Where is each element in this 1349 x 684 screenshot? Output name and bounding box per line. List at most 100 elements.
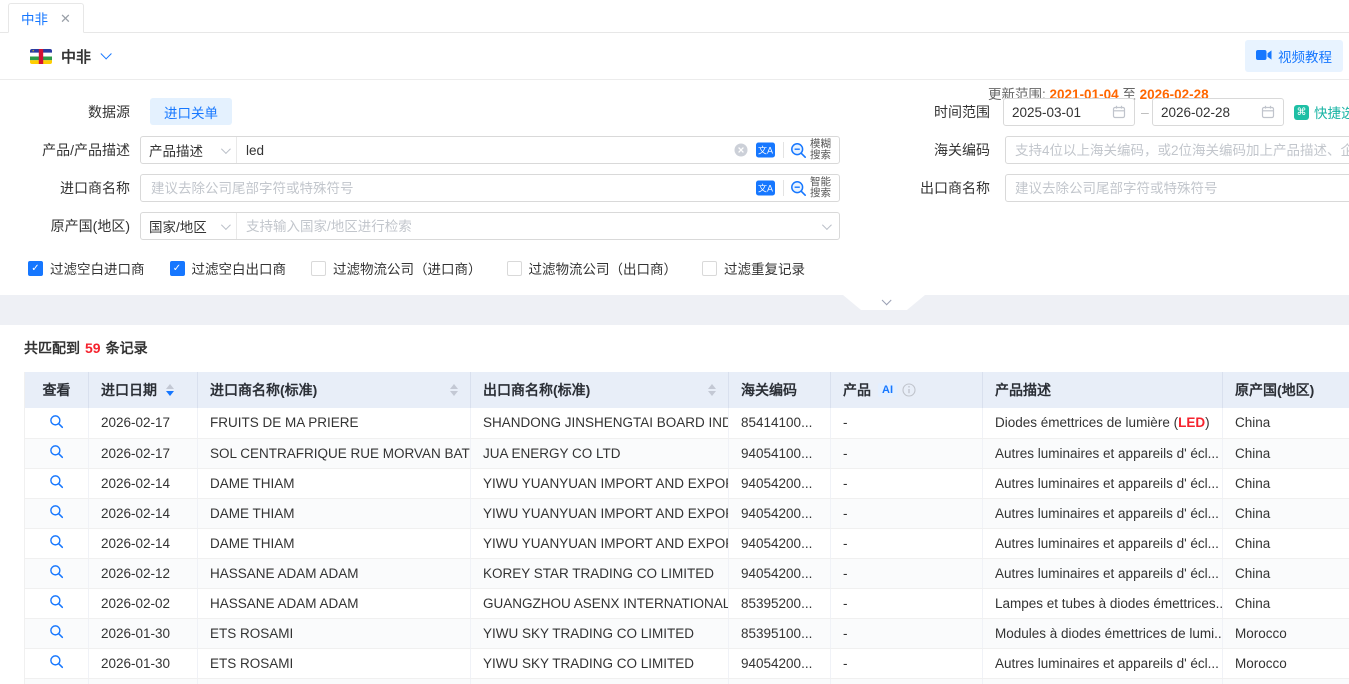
magnifier-icon	[49, 504, 64, 519]
page-header: 中非 视频教程	[0, 33, 1349, 80]
exporter-link[interactable]: YIWU SKY TRADING CO LIMITED	[471, 648, 729, 678]
tab-zhongfei[interactable]: 中非 ✕	[8, 3, 84, 33]
exporter-link[interactable]: KOREY STAR TRADING CO LIMITED	[471, 558, 729, 588]
origin-country-input[interactable]	[237, 219, 818, 234]
col-exporter[interactable]: 出口商名称(标准)	[471, 372, 729, 408]
checkbox-label: 过滤物流公司（出口商）	[529, 258, 678, 278]
product-desc-cell: Lampes et tubes à diodes émettrices...	[983, 588, 1223, 618]
start-date-field[interactable]	[1012, 105, 1102, 120]
view-record-button[interactable]	[49, 654, 64, 669]
quick-select-button[interactable]: ⌘ 快捷选择	[1294, 98, 1349, 126]
view-record-button[interactable]	[49, 594, 64, 609]
importer-link[interactable]: DAME THIAM	[198, 468, 471, 498]
calendar-icon	[1112, 105, 1126, 119]
video-tutorial-button[interactable]: 视频教程	[1245, 40, 1343, 72]
importer-link[interactable]: ETS ROSAMI	[198, 618, 471, 648]
product-cell: -	[831, 438, 983, 468]
country-selector-label[interactable]: 中非	[61, 46, 91, 67]
importer-search-input[interactable]	[141, 181, 752, 196]
magnifier-icon	[49, 534, 64, 549]
checkbox-icon[interactable]	[311, 261, 326, 276]
exporter-link[interactable]: YIWU SKY TRADING CO LIMITED	[471, 618, 729, 648]
info-icon[interactable]	[902, 383, 916, 397]
start-date-input[interactable]	[1003, 98, 1135, 126]
view-record-button[interactable]	[49, 414, 64, 429]
hscode-input[interactable]	[1006, 143, 1349, 158]
importer-link[interactable]: DAME THIAM	[198, 498, 471, 528]
origin-cell: Morocco	[1223, 618, 1349, 648]
checkbox-icon[interactable]	[507, 261, 522, 276]
col-origin: 原产国(地区)	[1223, 372, 1349, 408]
translate-icon[interactable]: 文A	[756, 142, 775, 158]
importer-link[interactable]: HASSANE ADAM ADAM	[198, 588, 471, 618]
view-record-button[interactable]	[49, 624, 64, 639]
smart-search-button[interactable]: 智能搜索	[790, 177, 831, 199]
view-record-button[interactable]	[49, 534, 64, 549]
view-record-button[interactable]	[49, 504, 64, 519]
view-record-button[interactable]	[49, 444, 64, 459]
exporter-name-input[interactable]	[1006, 181, 1349, 196]
filter-checkbox[interactable]: 过滤物流公司（进口商）	[311, 258, 482, 278]
exporter-link[interactable]: GUANGZHOU ASENX INTERNATIONAL CO ...	[471, 588, 729, 618]
results-summary: 共匹配到59条记录	[24, 338, 1349, 358]
view-record-button[interactable]	[49, 474, 64, 489]
clear-input-icon[interactable]	[734, 143, 748, 157]
hscode-cell: 85414100...	[729, 408, 831, 438]
product-search-input[interactable]	[237, 143, 730, 158]
exporter-link[interactable]	[471, 678, 729, 684]
checkbox-label: 过滤重复记录	[724, 258, 805, 278]
importer-link[interactable]: HASSANE ADAM ADAM	[198, 558, 471, 588]
end-date-field[interactable]	[1161, 105, 1251, 120]
tab-close-icon[interactable]: ✕	[60, 12, 71, 25]
col-import-date[interactable]: 进口日期	[89, 372, 198, 408]
end-date-input[interactable]	[1152, 98, 1284, 126]
col-importer[interactable]: 进口商名称(标准)	[198, 372, 471, 408]
product-desc-cell: Diodes émettrices de lumière (LED)	[983, 408, 1223, 438]
checkbox-icon[interactable]	[702, 261, 717, 276]
product-cell: -	[831, 588, 983, 618]
product-cell: -	[831, 618, 983, 648]
hscode-label: 海关编码	[880, 136, 990, 164]
importer-link[interactable]: DAME THIAM	[198, 528, 471, 558]
chevron-down-icon	[221, 220, 231, 230]
translate-icon[interactable]: 文A	[756, 180, 775, 196]
importer-link[interactable]	[198, 678, 471, 684]
checkbox-icon[interactable]: ✓	[170, 261, 185, 276]
origin-cell: Morocco	[1223, 648, 1349, 678]
importer-link[interactable]: FRUITS DE MA PRIERE	[198, 408, 471, 438]
importer-link[interactable]: SOL CENTRAFRIQUE RUE MORVAN BAT OF...	[198, 438, 471, 468]
table-header-row: 查看 进口日期 进口商名称(标准) 出口商名称(标准)	[25, 372, 1349, 408]
product-type-select[interactable]: 产品描述	[141, 137, 237, 163]
chevron-down-icon[interactable]	[100, 48, 111, 59]
view-record-button[interactable]	[49, 564, 64, 579]
sort-icon	[450, 384, 458, 396]
product-desc-cell: Autres luminaires et appareils d' écl...	[983, 468, 1223, 498]
product-cell: -	[831, 528, 983, 558]
import-date-cell: 2026-02-14	[89, 468, 198, 498]
product-label: 产品/产品描述	[0, 136, 130, 164]
origin-type-select[interactable]: 国家/地区	[141, 213, 237, 239]
magnifier-icon	[49, 564, 64, 579]
table-row	[25, 678, 1349, 684]
product-desc-cell	[983, 678, 1223, 684]
exporter-link[interactable]: YIWU YUANYUAN IMPORT AND EXPORT C...	[471, 528, 729, 558]
datasource-import-declaration-button[interactable]: 进口关单	[150, 98, 232, 125]
exporter-link[interactable]: JUA ENERGY CO LTD	[471, 438, 729, 468]
filter-checkbox[interactable]: 过滤重复记录	[702, 258, 805, 278]
collapse-filters-button[interactable]	[843, 295, 925, 310]
hscode-cell: 85395200...	[729, 588, 831, 618]
fuzzy-search-button[interactable]: 模糊搜索	[790, 139, 831, 161]
chevron-down-icon[interactable]	[822, 223, 829, 230]
filter-checkbox[interactable]: ✓ 过滤空白出口商	[170, 258, 287, 278]
exporter-link[interactable]: YIWU YUANYUAN IMPORT AND EXPORT C...	[471, 498, 729, 528]
checkbox-icon[interactable]: ✓	[28, 261, 43, 276]
exporter-link[interactable]: YIWU YUANYUAN IMPORT AND EXPORT C...	[471, 468, 729, 498]
checkbox-label: 过滤空白出口商	[192, 258, 287, 278]
product-desc-cell: Autres luminaires et appareils d' écl...	[983, 438, 1223, 468]
magnifier-icon	[49, 624, 64, 639]
exporter-link[interactable]: SHANDONG JINSHENGTAI BOARD INDUST...	[471, 408, 729, 438]
filter-checkbox[interactable]: ✓ 过滤空白进口商	[28, 258, 145, 278]
product-cell: -	[831, 648, 983, 678]
filter-checkbox[interactable]: 过滤物流公司（出口商）	[507, 258, 678, 278]
importer-link[interactable]: ETS ROSAMI	[198, 648, 471, 678]
